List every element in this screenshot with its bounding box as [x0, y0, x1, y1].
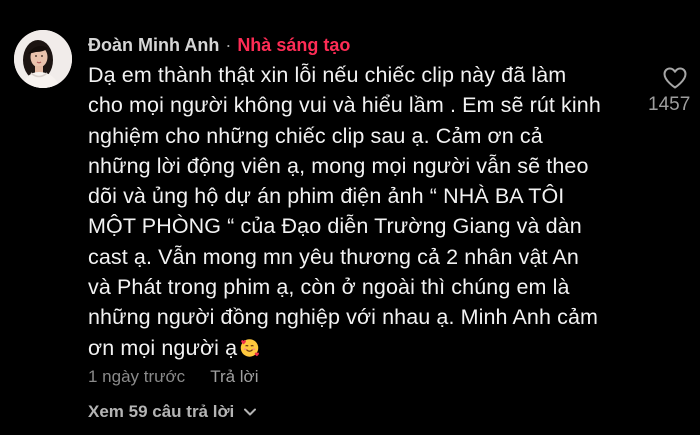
comment-body: Dạ em thành thật xin lỗi nếu chiếc clip … — [88, 60, 638, 363]
smiling-face-with-hearts-icon — [240, 338, 260, 357]
chevron-down-icon — [244, 408, 257, 416]
like-count: 1457 — [648, 94, 691, 115]
avatar[interactable] — [14, 30, 72, 88]
avatar-image — [14, 30, 72, 88]
view-replies-button[interactable]: Xem 59 câu trả lời — [88, 402, 257, 422]
view-replies-label: Xem 59 câu trả lời — [88, 402, 235, 421]
heart-outline-icon[interactable] — [662, 66, 688, 90]
comment-meta: 1 ngày trước Trả lời — [88, 367, 258, 387]
creator-badge: Nhà sáng tạo — [237, 34, 351, 55]
comment-header: Đoàn Minh Anh · Nhà sáng tạo — [88, 33, 350, 57]
header-separator: · — [225, 34, 232, 55]
reply-button[interactable]: Trả lời — [210, 367, 258, 387]
like-control: 1457 — [648, 66, 700, 116]
author-name[interactable]: Đoàn Minh Anh — [88, 35, 219, 56]
comment-item: Đoàn Minh Anh · Nhà sáng tạo Dạ em thành… — [0, 0, 700, 435]
comment-text: Dạ em thành thật xin lỗi nếu chiếc clip … — [88, 63, 601, 360]
comment-timestamp: 1 ngày trước — [88, 367, 186, 386]
